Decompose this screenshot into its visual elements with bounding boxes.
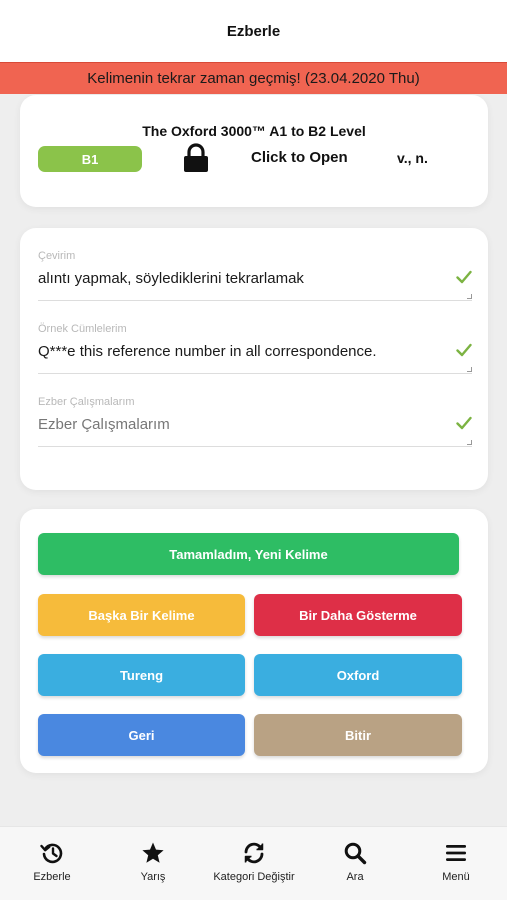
level-badge: B1 bbox=[38, 146, 142, 172]
tureng-button[interactable]: Tureng bbox=[38, 654, 245, 696]
nav-label: Ezberle bbox=[33, 871, 71, 883]
finish-button[interactable]: Bitir bbox=[254, 714, 462, 756]
nav-label: Menü bbox=[442, 871, 470, 883]
page-title: Ezberle bbox=[226, 22, 281, 40]
translation-label: Çevirim bbox=[38, 250, 76, 262]
bottom-nav: Ezberle Yarış Kategori Değiştir Ara Menü bbox=[0, 826, 507, 900]
check-icon bbox=[456, 416, 472, 430]
complete-new-word-button[interactable]: Tamamladım, Yeni Kelime bbox=[38, 533, 459, 575]
translation-value[interactable]: alıntı yapmak, söylediklerini tekrarlama… bbox=[38, 270, 438, 287]
word-card: The Oxford 3000™ A1 to B2 Level B1 Click… bbox=[20, 95, 488, 207]
history-icon bbox=[40, 843, 63, 864]
check-icon bbox=[456, 343, 472, 357]
field-underline bbox=[38, 373, 472, 374]
menu-icon bbox=[446, 845, 466, 861]
part-of-speech: v., n. bbox=[397, 150, 428, 166]
overdue-alert: Kelimenin tekrar zaman geçmiş! (23.04.20… bbox=[0, 62, 507, 94]
field-underline bbox=[38, 300, 472, 301]
resize-handle[interactable] bbox=[467, 294, 472, 299]
example-sentences-value[interactable]: Q***e this reference number in all corre… bbox=[38, 343, 438, 360]
notes-card: Çevirim alıntı yapmak, söylediklerini te… bbox=[20, 228, 488, 490]
memorization-notes-label: Ezber Çalışmalarım bbox=[38, 396, 135, 408]
app-header: Ezberle bbox=[0, 0, 507, 62]
memorization-notes-placeholder[interactable]: Ezber Çalışmalarım bbox=[38, 416, 438, 433]
oxford-button[interactable]: Oxford bbox=[254, 654, 462, 696]
resize-handle[interactable] bbox=[467, 367, 472, 372]
actions-card: Tamamladım, Yeni Kelime Başka Bir Kelime… bbox=[20, 509, 488, 773]
lock-icon[interactable] bbox=[183, 143, 209, 173]
overdue-alert-text: Kelimenin tekrar zaman geçmiş! (23.04.20… bbox=[87, 70, 420, 87]
check-icon bbox=[456, 270, 472, 284]
sync-icon bbox=[244, 842, 264, 864]
memorization-notes-field[interactable]: Ezber Çalışmalarım Ezber Çalışmalarım bbox=[38, 396, 472, 458]
field-underline bbox=[38, 446, 472, 447]
nav-label: Ara bbox=[346, 871, 364, 883]
nav-item-menu[interactable]: Menü bbox=[406, 841, 506, 891]
dont-show-again-button[interactable]: Bir Daha Gösterme bbox=[254, 594, 462, 636]
nav-label: Yarış bbox=[140, 871, 166, 883]
nav-item-yaris[interactable]: Yarış bbox=[103, 841, 203, 891]
back-button[interactable]: Geri bbox=[38, 714, 245, 756]
star-icon bbox=[142, 842, 164, 863]
nav-item-ezberle[interactable]: Ezberle bbox=[2, 841, 102, 891]
click-to-open[interactable]: Click to Open bbox=[251, 149, 348, 166]
resize-handle[interactable] bbox=[467, 440, 472, 445]
example-sentences-label: Örnek Cümlelerim bbox=[38, 323, 127, 335]
nav-label: Kategori Değiştir bbox=[213, 871, 295, 883]
deck-title: The Oxford 3000™ A1 to B2 Level bbox=[142, 123, 366, 139]
another-word-button[interactable]: Başka Bir Kelime bbox=[38, 594, 245, 636]
example-sentences-field[interactable]: Örnek Cümlelerim Q***e this reference nu… bbox=[38, 323, 472, 385]
translation-field[interactable]: Çevirim alıntı yapmak, söylediklerini te… bbox=[38, 250, 472, 312]
nav-item-ara[interactable]: Ara bbox=[305, 841, 405, 891]
nav-item-kategori-degistir[interactable]: Kategori Değiştir bbox=[204, 841, 304, 891]
search-icon bbox=[344, 842, 367, 865]
